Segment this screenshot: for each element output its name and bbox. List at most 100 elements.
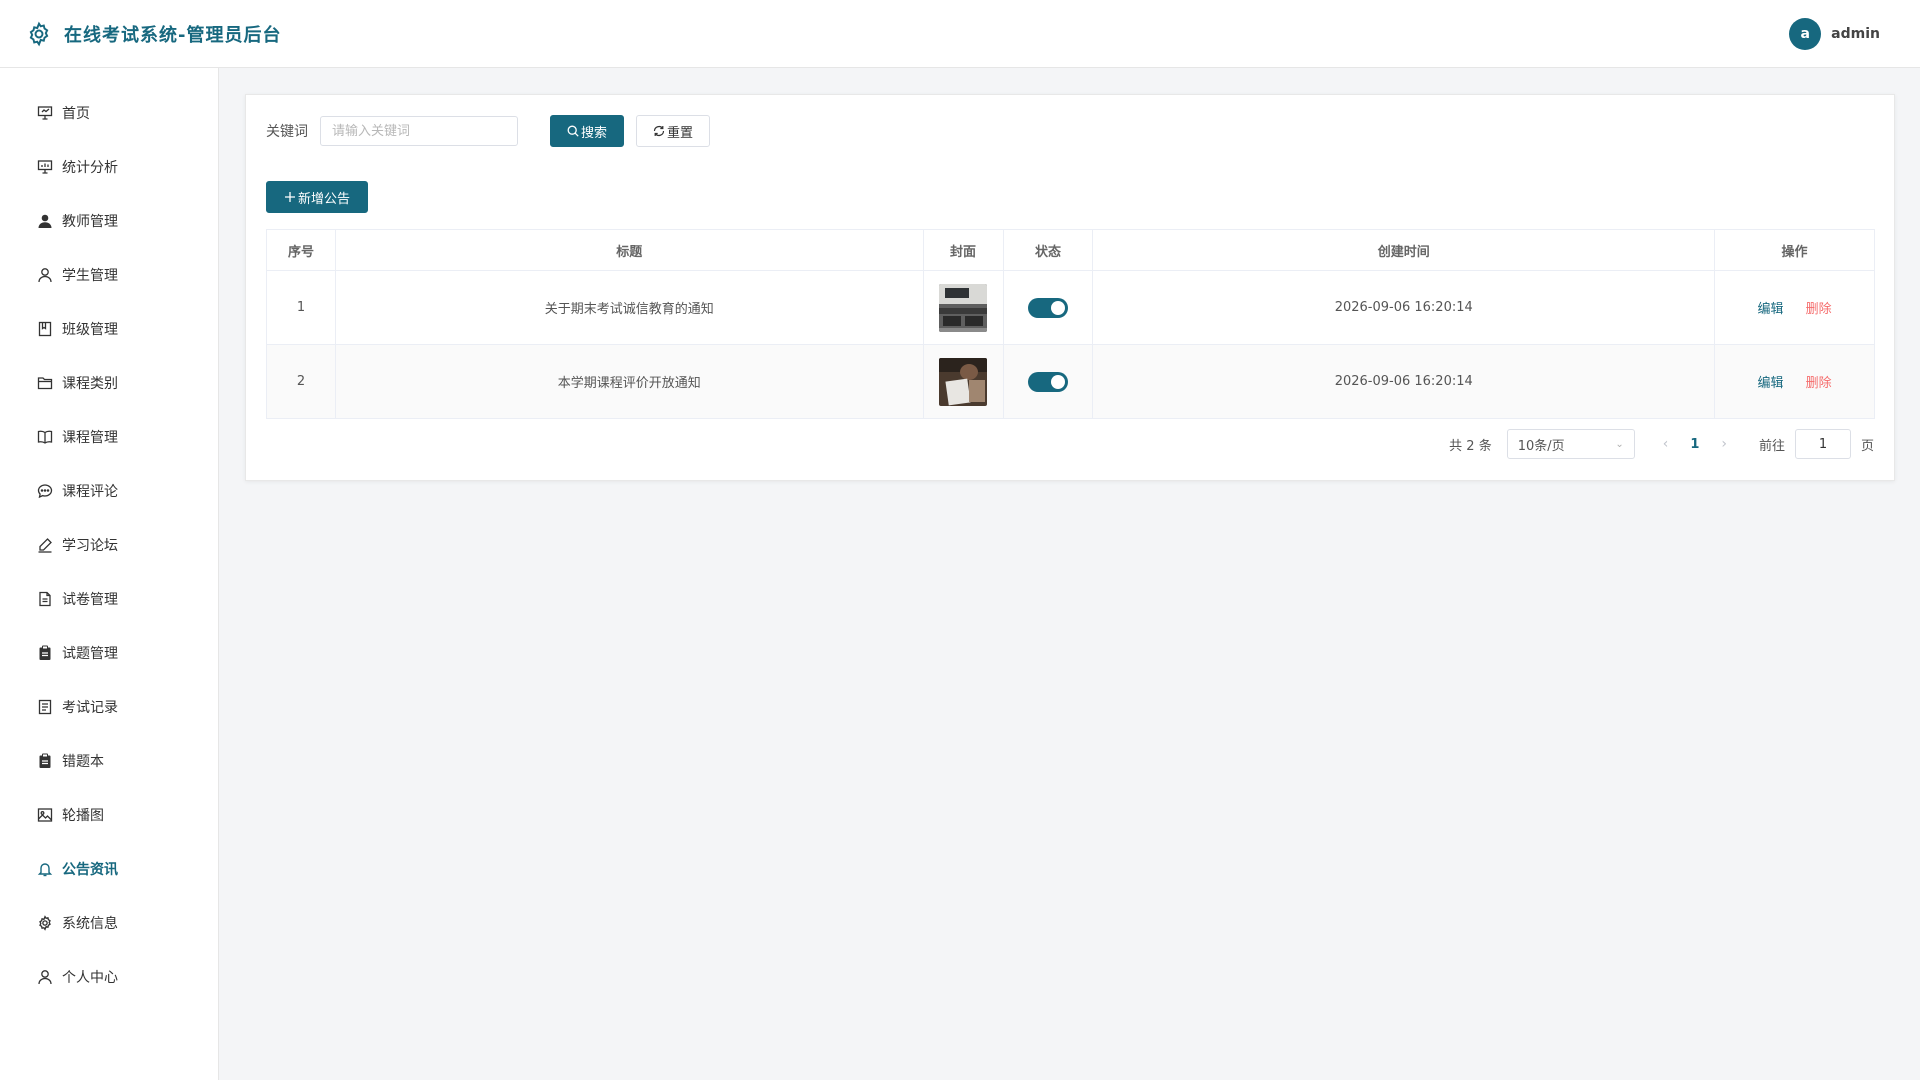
search-bar: 关键词 搜索 重置 [266,115,710,147]
announcement-panel: 关键词 搜索 重置 新增公告 序号 标题 封面 状态 创建时间 操作 [245,94,1895,481]
sidebar-item-label: 统计分析 [62,160,118,176]
cell-status [1002,344,1094,419]
goto-label: 前往 [1758,438,1785,454]
cell-created: 2026-09-06 16:20:14 [1092,344,1716,419]
sidebar: 首页 统计分析 教师管理 学生管理 班级管理 课程类别 课程管理 课程评论 学习… [0,68,219,1080]
brand: 在线考试系统-管理员后台 [26,21,281,47]
cover-thumbnail[interactable] [939,283,988,332]
column-header-status: 状态 [1002,229,1094,271]
delete-link[interactable]: 删除 [1806,302,1832,317]
reset-button-label: 重置 [666,125,693,141]
sidebar-item-classes[interactable]: 班级管理 [0,302,218,356]
sidebar-item-questions[interactable]: 试题管理 [0,626,218,680]
user-filled-icon [36,212,54,230]
prev-page-button[interactable]: ‹ [1663,436,1669,452]
app-title: 在线考试系统-管理员后台 [64,24,282,46]
refresh-icon [653,125,665,137]
goto-page-input[interactable] [1794,429,1851,459]
page-size-select[interactable]: 10条/页 ⌄ [1506,429,1635,459]
presentation-icon [36,104,54,122]
sidebar-item-system-info[interactable]: 系统信息 [0,896,218,950]
sidebar-item-wrong-questions[interactable]: 错题本 [0,734,218,788]
sidebar-item-label: 课程评论 [62,484,118,500]
clipboard-icon [36,752,54,770]
table-header-row: 序号 标题 封面 状态 创建时间 操作 [266,229,1875,271]
sidebar-item-label: 课程类别 [62,376,118,392]
sidebar-item-label: 试卷管理 [62,592,118,608]
status-toggle[interactable] [1027,371,1068,392]
table-row: 2 本学期课程评价开放通知 2026-09-06 16:20:14 编辑 删除 [266,344,1875,419]
total-count: 共 2 条 [1449,438,1492,454]
document-icon [36,590,54,608]
pen-icon [36,536,54,554]
sidebar-item-profile[interactable]: 个人中心 [0,950,218,1004]
sidebar-item-label: 学习论坛 [62,538,118,554]
column-header-index: 序号 [266,229,336,271]
cell-actions: 编辑 删除 [1714,270,1875,345]
sidebar-item-announcements[interactable]: 公告资讯 [0,842,218,896]
announcement-table: 序号 标题 封面 状态 创建时间 操作 1 关于期末考试诚信教育的通知 2026… [266,229,1875,419]
cover-thumbnail[interactable] [939,357,988,406]
keyword-input[interactable] [320,116,518,146]
reset-button[interactable]: 重置 [636,115,710,147]
delete-link[interactable]: 删除 [1806,376,1832,391]
add-announcement-button[interactable]: 新增公告 [266,181,368,213]
user-icon [36,968,54,986]
search-icon [567,125,579,137]
cell-actions: 编辑 删除 [1714,344,1875,419]
sidebar-item-statistics[interactable]: 统计分析 [0,140,218,194]
keyword-label: 关键词 [266,124,308,140]
table-row: 1 关于期末考试诚信教育的通知 2026-09-06 16:20:14 编辑 删… [266,270,1875,345]
column-header-actions: 操作 [1714,229,1875,271]
sidebar-item-course-comments[interactable]: 课程评论 [0,464,218,518]
column-header-title: 标题 [334,229,924,271]
book-icon [36,428,54,446]
sidebar-item-label: 首页 [62,106,90,122]
cell-status [1002,270,1094,345]
sidebar-item-courses[interactable]: 课程管理 [0,410,218,464]
folder-icon [36,374,54,392]
cell-cover [922,344,1004,419]
edit-link[interactable]: 编辑 [1757,302,1783,317]
username[interactable]: admin [1831,26,1880,42]
sidebar-item-teachers[interactable]: 教师管理 [0,194,218,248]
sidebar-item-label: 个人中心 [62,970,118,986]
current-page[interactable]: 1 [1690,437,1699,452]
sidebar-item-home[interactable]: 首页 [0,86,218,140]
notebook-icon [36,320,54,338]
sidebar-item-label: 错题本 [62,754,104,770]
chevron-down-icon: ⌄ [1615,438,1624,450]
sidebar-item-label: 学生管理 [62,268,118,284]
tickets-icon [36,698,54,716]
sidebar-item-forum[interactable]: 学习论坛 [0,518,218,572]
sidebar-item-label: 公告资讯 [62,862,118,878]
cell-index: 2 [266,344,336,419]
search-button[interactable]: 搜索 [550,115,624,147]
status-toggle[interactable] [1027,297,1068,318]
chart-board-icon [36,158,54,176]
user-icon [36,266,54,284]
gear-icon [36,914,54,932]
next-page-button[interactable]: › [1721,436,1727,452]
cell-index: 1 [266,270,336,345]
user-menu[interactable]: a admin [1789,17,1880,50]
bell-icon [36,860,54,878]
plus-icon [284,192,295,202]
avatar[interactable]: a [1789,17,1822,50]
page-suffix: 页 [1860,438,1874,454]
cell-title: 本学期课程评价开放通知 [334,344,924,419]
column-header-created: 创建时间 [1092,229,1716,271]
sidebar-item-label: 教师管理 [62,214,118,230]
sidebar-item-papers[interactable]: 试卷管理 [0,572,218,626]
sidebar-item-label: 试题管理 [62,646,118,662]
sidebar-item-course-categories[interactable]: 课程类别 [0,356,218,410]
edit-link[interactable]: 编辑 [1757,376,1783,391]
clipboard-icon [36,644,54,662]
gear-icon [26,21,52,47]
cell-title: 关于期末考试诚信教育的通知 [334,270,924,345]
sidebar-item-label: 轮播图 [62,808,104,824]
sidebar-item-exam-records[interactable]: 考试记录 [0,680,218,734]
sidebar-item-carousel[interactable]: 轮播图 [0,788,218,842]
sidebar-item-students[interactable]: 学生管理 [0,248,218,302]
sidebar-item-label: 课程管理 [62,430,118,446]
